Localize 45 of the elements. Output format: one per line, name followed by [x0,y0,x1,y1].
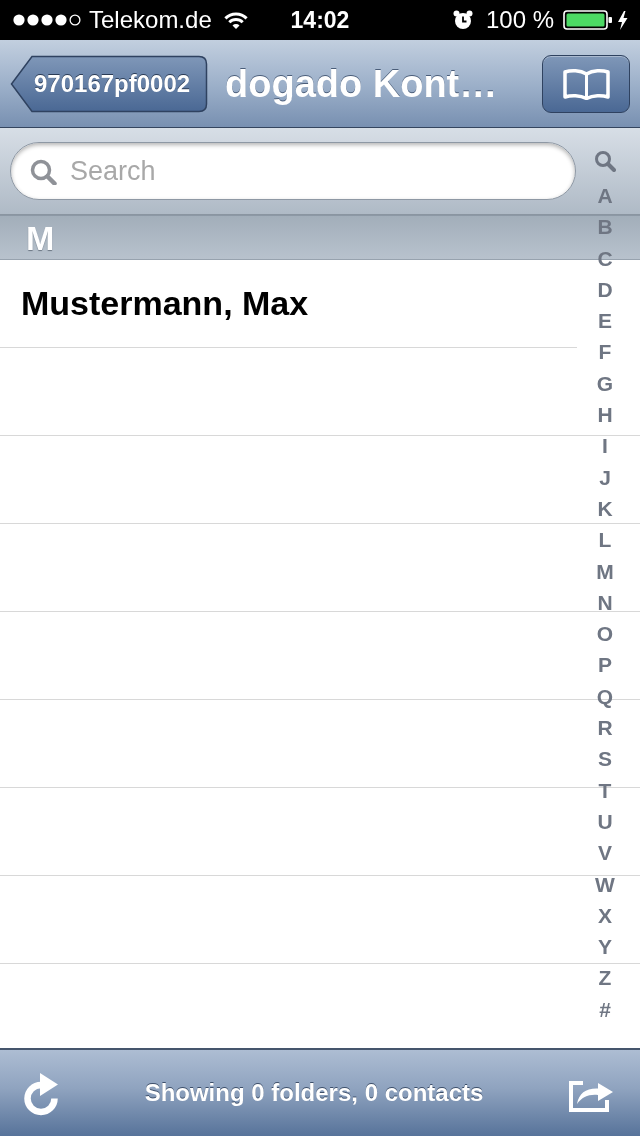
status-text: Showing 0 folders, 0 contacts [144,1079,484,1107]
index-letter[interactable]: # [599,998,611,1021]
clock-time: 14:02 [290,6,350,34]
index-letter[interactable]: Z [598,967,612,990]
index-letter[interactable]: T [598,779,612,802]
battery-percent: 100 % [485,6,554,34]
index-letter[interactable]: E [598,310,612,333]
index-letter[interactable]: X [598,904,612,927]
nav-title: dogado Kont… [225,61,499,106]
index-letter[interactable]: J [599,466,611,489]
index-letter[interactable]: R [597,717,613,740]
index-letter[interactable]: G [596,372,614,395]
alarm-clock-icon [452,10,473,30]
index-letter[interactable]: S [598,748,612,771]
index-letter[interactable]: H [597,404,613,427]
back-button[interactable]: 970167pf0002 [10,54,208,113]
battery-icon [563,10,613,30]
index-letter[interactable]: A [597,185,613,207]
index-letter[interactable]: W [595,873,615,896]
book-button[interactable] [542,54,630,113]
index-letter[interactable]: F [598,341,612,364]
search-icon[interactable] [594,150,616,172]
signal-icon [13,14,81,26]
index-letter[interactable]: O [596,623,614,646]
refresh-button[interactable] [22,1070,60,1116]
index-letter[interactable]: L [598,529,612,552]
index-letter[interactable]: K [597,497,613,520]
index-letter[interactable]: Q [596,685,614,708]
charging-bolt-icon [617,10,628,30]
refresh-icon [22,1070,60,1116]
search-field[interactable]: Search [10,142,576,200]
index-letter[interactable]: Y [598,936,612,959]
index-letter[interactable]: D [597,278,613,301]
carrier-name: Telekom.de [89,6,212,34]
index-letter[interactable]: P [598,654,612,677]
section-title: M [26,218,55,257]
index-letter[interactable]: V [598,842,612,865]
index-letter[interactable]: U [597,810,613,833]
search-icon [30,159,57,185]
book-icon [562,67,610,100]
contact-row[interactable]: Mustermann, Max [0,260,577,348]
index-letter[interactable]: N [597,591,613,614]
index-letter[interactable]: I [602,435,608,458]
wifi-icon [223,10,248,30]
index-letter[interactable]: M [596,560,614,583]
